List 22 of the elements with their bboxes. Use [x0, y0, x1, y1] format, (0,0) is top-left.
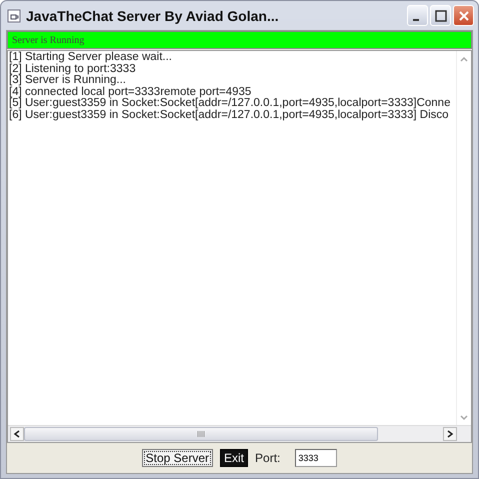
close-icon	[458, 10, 470, 22]
exit-button[interactable]: Exit	[220, 449, 248, 467]
port-label: Port:	[255, 451, 280, 465]
left-arrow-button[interactable]	[10, 427, 24, 441]
log-line: [1] Starting Server please wait...	[9, 52, 173, 64]
port-field[interactable]: 3333	[295, 449, 338, 467]
minimize-button[interactable]	[407, 5, 428, 26]
right-arrow-button[interactable]	[443, 427, 457, 441]
maximize-button[interactable]	[430, 5, 451, 26]
log-line: [6] User:guest3359 in Socket:Socket[addr=/127.0.0.1,port=4935,localport=3333] Disco	[9, 110, 450, 121]
log-line: [3] Server is Running...	[9, 75, 126, 86]
minimize-icon	[413, 18, 419, 20]
log-line: [5] User:guest3359 in Socket:Socket[addr=/127.0.0.1,port=4935,localport=3333]Conne	[9, 98, 452, 110]
scroll-thumb[interactable]	[24, 427, 378, 441]
log-line: [2] Listening to port:3333	[9, 64, 137, 74]
status-text: Server is Running	[12, 34, 84, 46]
log-line: [4] connected local port=3333remote port=4935	[9, 86, 252, 98]
stop-server-button[interactable]: Stop Server	[142, 449, 213, 467]
maximize-icon	[434, 10, 446, 22]
close-button[interactable]	[453, 5, 474, 26]
window-title: JavaTheChat Server By Aviad Golan...	[26, 8, 280, 24]
horizontal-scrollbar[interactable]	[8, 425, 471, 442]
